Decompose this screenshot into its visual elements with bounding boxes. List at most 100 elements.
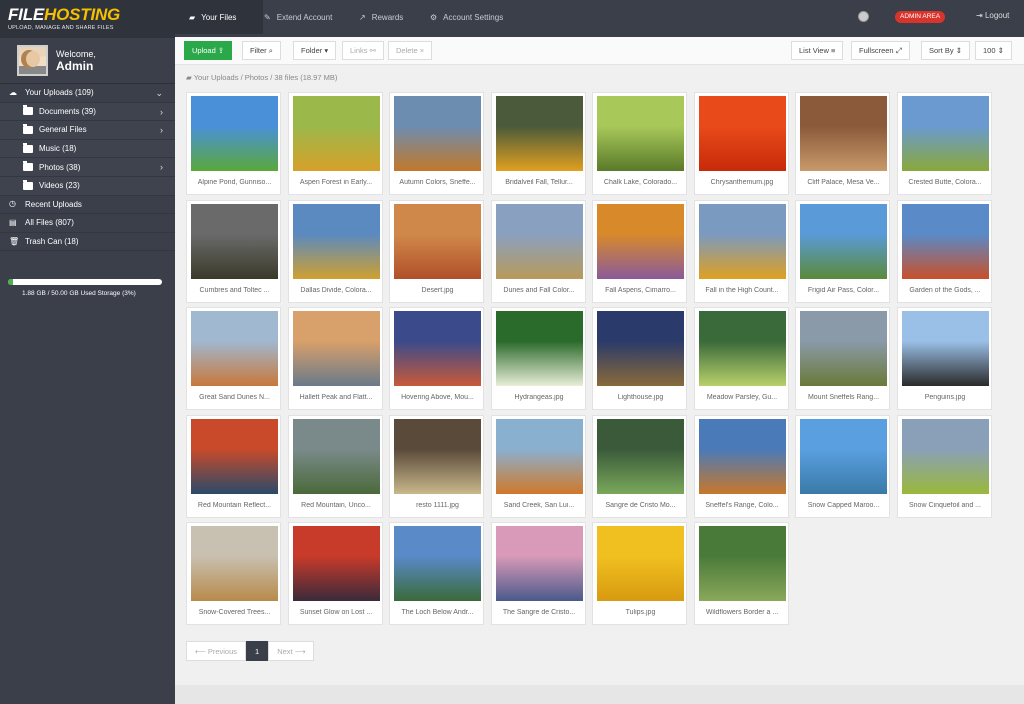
- file-card[interactable]: Chalk Lake, Colorado...: [592, 92, 687, 195]
- sidebar-item[interactable]: ☁ Your Uploads (109) ⌄: [0, 84, 175, 103]
- file-card[interactable]: Snow Capped Maroo...: [795, 414, 890, 518]
- chevron-right-icon[interactable]: ›: [160, 107, 163, 117]
- file-card[interactable]: Fall in the High Count...: [693, 199, 789, 303]
- file-card[interactable]: Hovering Above, Mou...: [389, 307, 484, 410]
- file-card[interactable]: Lighthouse.jpg: [592, 307, 687, 410]
- file-thumbnail[interactable]: [394, 96, 481, 171]
- file-thumbnail[interactable]: [191, 96, 278, 171]
- sidebar-item[interactable]: Videos (23): [0, 176, 175, 196]
- delete-button[interactable]: Delete ×: [388, 41, 433, 60]
- file-thumbnail[interactable]: [191, 418, 278, 494]
- file-thumbnail[interactable]: [495, 203, 583, 279]
- breadcrumb-folder[interactable]: Photos: [245, 73, 268, 82]
- file-thumbnail[interactable]: [597, 96, 684, 171]
- file-card[interactable]: The Loch Below Andr...: [389, 522, 484, 625]
- file-thumbnail[interactable]: [292, 203, 380, 279]
- chevron-right-icon[interactable]: ›: [160, 162, 163, 172]
- chevron-right-icon[interactable]: ›: [160, 125, 163, 135]
- file-card[interactable]: Sunset Glow on Lost ...: [287, 522, 383, 625]
- file-thumbnail[interactable]: [495, 526, 583, 601]
- next-button[interactable]: Next ⟶: [268, 641, 315, 661]
- file-thumbnail[interactable]: [800, 311, 887, 386]
- file-card[interactable]: Garden of the Gods, ...: [896, 199, 992, 303]
- tab-account-settings[interactable]: ⚙ Account Settings: [430, 0, 530, 34]
- file-card[interactable]: Red Mountain, Unco...: [287, 414, 383, 518]
- file-thumbnail[interactable]: [698, 203, 786, 279]
- sidebar-item[interactable]: Documents (39) ›: [0, 102, 175, 122]
- sidebar-item[interactable]: 🗑 Trash Can (18): [0, 233, 175, 252]
- file-thumbnail[interactable]: [191, 526, 278, 601]
- previous-button[interactable]: ⟵ Previous: [186, 641, 247, 661]
- file-card[interactable]: Sand Creek, San Lui...: [490, 414, 586, 518]
- file-card[interactable]: Fall Aspens, Cimarro...: [592, 199, 687, 303]
- file-thumbnail[interactable]: [597, 526, 684, 601]
- filter-button[interactable]: Filter ⌕: [242, 41, 281, 60]
- file-thumbnail[interactable]: [698, 418, 786, 494]
- file-thumbnail[interactable]: [901, 311, 989, 386]
- folder-dropdown[interactable]: Folder ▾: [293, 41, 337, 60]
- file-thumbnail[interactable]: [698, 96, 786, 171]
- file-thumbnail[interactable]: [597, 311, 684, 386]
- sidebar-item[interactable]: Photos (38) ›: [0, 158, 175, 177]
- sidebar-item[interactable]: Music (18): [0, 139, 175, 159]
- tab-extend-account[interactable]: ✎ Extend Account: [263, 0, 346, 34]
- file-card[interactable]: Sneffel's Range, Colo...: [693, 414, 789, 518]
- file-card[interactable]: Bridalveil Fall, Tellur...: [490, 92, 586, 195]
- file-thumbnail[interactable]: [901, 96, 989, 171]
- upload-button[interactable]: Upload ⇪: [184, 41, 233, 60]
- sidebar-item[interactable]: ◷ Recent Uploads: [0, 196, 175, 215]
- file-card[interactable]: Great Sand Dunes N...: [186, 307, 281, 410]
- file-thumbnail[interactable]: [698, 526, 786, 601]
- list-view-button[interactable]: List View ≡: [791, 41, 844, 60]
- tab-rewards[interactable]: ↗ Rewards: [346, 0, 430, 34]
- file-thumbnail[interactable]: [292, 526, 380, 601]
- chevron-down-icon[interactable]: ⌄: [155, 88, 163, 99]
- breadcrumb-root[interactable]: Your Uploads: [194, 73, 239, 82]
- file-thumbnail[interactable]: [191, 203, 278, 279]
- file-thumbnail[interactable]: [394, 203, 481, 279]
- file-thumbnail[interactable]: [394, 311, 481, 386]
- file-card[interactable]: Autumn Colors, Sneffe...: [389, 92, 484, 195]
- file-thumbnail[interactable]: [495, 311, 583, 386]
- file-card[interactable]: Frigid Air Pass, Color...: [795, 199, 890, 303]
- file-thumbnail[interactable]: [800, 418, 887, 494]
- file-card[interactable]: Cliff Palace, Mesa Ve...: [795, 92, 890, 195]
- file-thumbnail[interactable]: [495, 418, 583, 494]
- file-thumbnail[interactable]: [292, 418, 380, 494]
- file-card[interactable]: Snow Cinquefoil and ...: [896, 414, 992, 518]
- file-card[interactable]: Snow-Covered Trees...: [186, 522, 281, 625]
- file-thumbnail[interactable]: [800, 96, 887, 171]
- file-card[interactable]: Sangre de Cristo Mo...: [592, 414, 687, 518]
- file-card[interactable]: Desert.jpg: [389, 199, 484, 303]
- file-card[interactable]: Aspen Forest in Early...: [287, 92, 383, 195]
- sidebar-item[interactable]: General Files ›: [0, 121, 175, 140]
- file-card[interactable]: resto 1111.jpg: [389, 414, 484, 518]
- file-card[interactable]: Hallett Peak and Flatt...: [287, 307, 383, 410]
- file-thumbnail[interactable]: [698, 311, 786, 386]
- admin-area-button[interactable]: ADMIN AREA: [895, 11, 946, 23]
- logout-button[interactable]: ⇥ Logout: [976, 11, 1009, 20]
- file-thumbnail[interactable]: [800, 203, 887, 279]
- file-thumbnail[interactable]: [292, 96, 380, 171]
- file-thumbnail[interactable]: [292, 311, 380, 386]
- file-thumbnail[interactable]: [901, 418, 989, 494]
- globe-icon[interactable]: [858, 11, 869, 22]
- file-card[interactable]: Penguins.jpg: [896, 307, 992, 410]
- file-card[interactable]: Crested Butte, Colora...: [896, 92, 992, 195]
- file-thumbnail[interactable]: [394, 526, 481, 601]
- file-thumbnail[interactable]: [394, 418, 481, 494]
- file-card[interactable]: Dunes and Fall Color...: [490, 199, 586, 303]
- page-1-button[interactable]: 1: [246, 641, 269, 661]
- file-card[interactable]: Meadow Parsley, Gu...: [693, 307, 789, 410]
- file-thumbnail[interactable]: [597, 418, 684, 494]
- file-card[interactable]: Dallas Divide, Colora...: [287, 199, 383, 303]
- fullscreen-button[interactable]: Fullscreen ⤢: [851, 41, 910, 60]
- file-thumbnail[interactable]: [495, 96, 583, 171]
- file-card[interactable]: Cumbres and Toltec ...: [186, 199, 281, 303]
- file-thumbnail[interactable]: [191, 311, 278, 386]
- file-card[interactable]: Alpine Pond, Gunniso...: [186, 92, 281, 195]
- file-card[interactable]: Mount Sneffels Rang...: [795, 307, 890, 410]
- sort-by-dropdown[interactable]: Sort By ⇕: [921, 41, 970, 60]
- file-card[interactable]: Wildflowers Border a ...: [693, 522, 789, 625]
- file-card[interactable]: Red Mountain Reflect...: [186, 414, 281, 518]
